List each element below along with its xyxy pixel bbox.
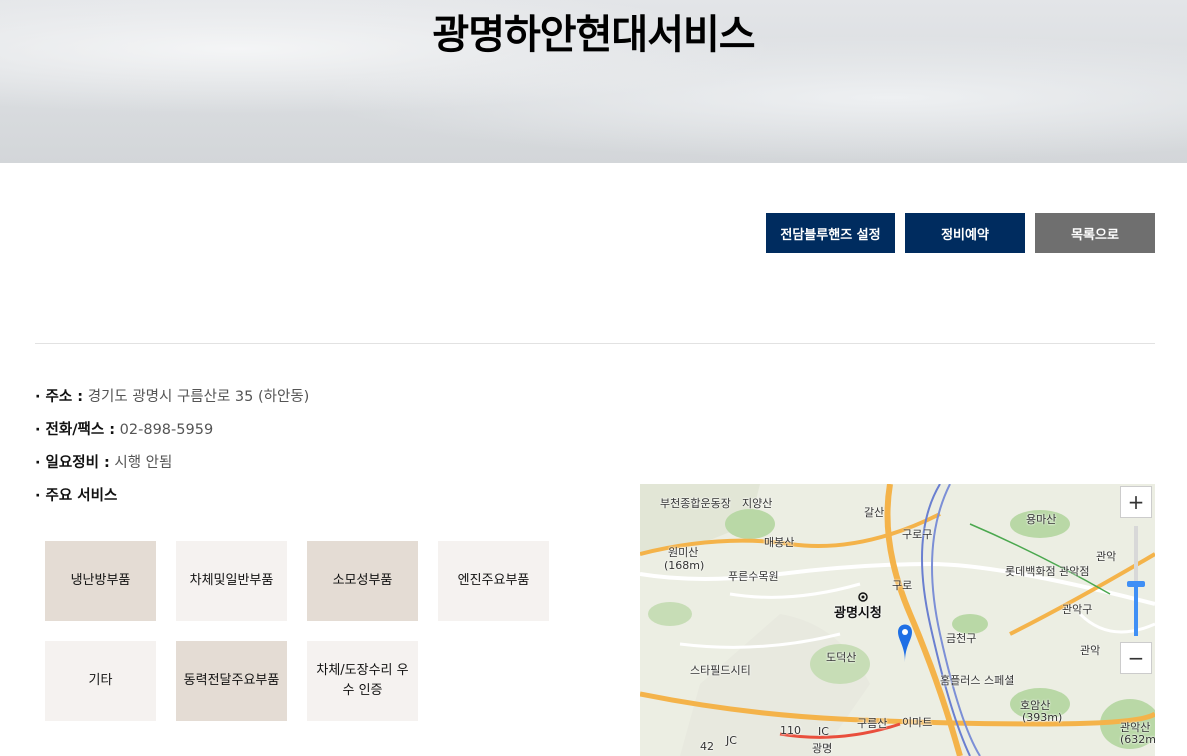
location-map[interactable]: 부천종합운동장 지양산 갈산 구로구 용마산 매봉산 원미산 (168m) 푸른… — [640, 484, 1155, 756]
service-tile: 차체및일반부품 — [176, 541, 287, 621]
map-label: 롯데백화점 관악점 — [1005, 565, 1090, 578]
service-tile: 냉난방부품 — [45, 541, 156, 621]
address-value: 경기도 광명시 구름산로 35 (하안동) — [83, 389, 310, 405]
map-canvas — [640, 484, 1155, 756]
page-title: 광명하안현대서비스 — [432, 12, 755, 58]
map-label: 42 — [700, 740, 714, 753]
map-label: (393m) — [1022, 711, 1063, 724]
set-bluehands-button[interactable]: 전담블루핸즈 설정 — [766, 213, 895, 253]
zoom-out-button[interactable]: − — [1120, 642, 1152, 674]
shop-info: · 주소 : 경기도 광명시 구름산로 35 (하안동) · 전화/팩스 : 0… — [35, 386, 309, 518]
service-tile: 엔진주요부품 — [438, 541, 549, 621]
map-label: 구로 — [892, 579, 913, 592]
phone-row: · 전화/팩스 : 02-898-5959 — [35, 419, 309, 452]
map-label: 광명 — [812, 742, 833, 755]
zoom-slider-handle[interactable] — [1127, 581, 1145, 587]
address-row: · 주소 : 경기도 광명시 구름산로 35 (하안동) — [35, 386, 309, 419]
map-label: 부천종합운동장 — [660, 497, 731, 510]
hero-banner: 광명하안현대서비스 — [0, 0, 1187, 163]
map-label: 관악구 — [1062, 603, 1093, 616]
map-label: (168m) — [664, 559, 705, 572]
services-label: · 주요 서비스 — [35, 488, 118, 504]
map-label: IC — [818, 725, 829, 738]
map-label: 관악 — [1080, 644, 1101, 657]
map-label: 이마트 — [902, 716, 933, 729]
reserve-button[interactable]: 정비예약 — [905, 213, 1025, 253]
map-label: 원미산 — [668, 546, 699, 559]
action-buttons: 전담블루핸즈 설정 정비예약 목록으로 — [766, 213, 1155, 253]
address-label: · 주소 : — [35, 389, 84, 405]
map-label: 스타필드시티 — [690, 664, 751, 677]
divider — [35, 343, 1155, 344]
map-label: 금천구 — [946, 632, 977, 645]
map-label: (632m) — [1120, 733, 1155, 746]
sunday-service-row: · 일요정비 : 시행 안됨 — [35, 452, 309, 485]
service-tile: 소모성부품 — [307, 541, 418, 621]
map-label: 구로구 — [902, 528, 933, 541]
map-label: 지양산 — [742, 497, 773, 510]
sunday-service-label: · 일요정비 : — [35, 455, 110, 471]
map-label: 홈플러스 스페셜 — [940, 674, 1015, 687]
map-label: 매봉산 — [764, 536, 795, 549]
map-label: 110 — [780, 724, 801, 737]
map-label: JC — [726, 734, 737, 747]
map-label: 푸른수목원 — [728, 570, 779, 583]
map-label: 광명시청 — [834, 606, 882, 621]
service-tile: 기타 — [45, 641, 156, 721]
zoom-control: + − — [1120, 486, 1152, 674]
service-tile: 차체/도장수리 우수 인증 — [307, 641, 418, 721]
service-tile: 동력전달주요부품 — [176, 641, 287, 721]
back-to-list-button[interactable]: 목록으로 — [1035, 213, 1155, 253]
phone-label: · 전화/팩스 : — [35, 422, 116, 438]
zoom-slider-fill — [1134, 584, 1138, 636]
zoom-in-button[interactable]: + — [1120, 486, 1152, 518]
services-row: · 주요 서비스 — [35, 485, 309, 518]
service-tiles: 냉난방부품 차체및일반부품 소모성부품 엔진주요부품 기타 동력전달주요부품 차… — [45, 541, 549, 721]
map-label: 갈산 — [864, 506, 885, 519]
map-label: 구름산 — [857, 717, 888, 730]
sunday-service-value: 시행 안됨 — [109, 455, 173, 471]
map-label: 도덕산 — [826, 651, 857, 664]
phone-value: 02-898-5959 — [115, 422, 214, 438]
map-label: 관악 — [1096, 550, 1117, 563]
map-label: 용마산 — [1026, 513, 1057, 526]
